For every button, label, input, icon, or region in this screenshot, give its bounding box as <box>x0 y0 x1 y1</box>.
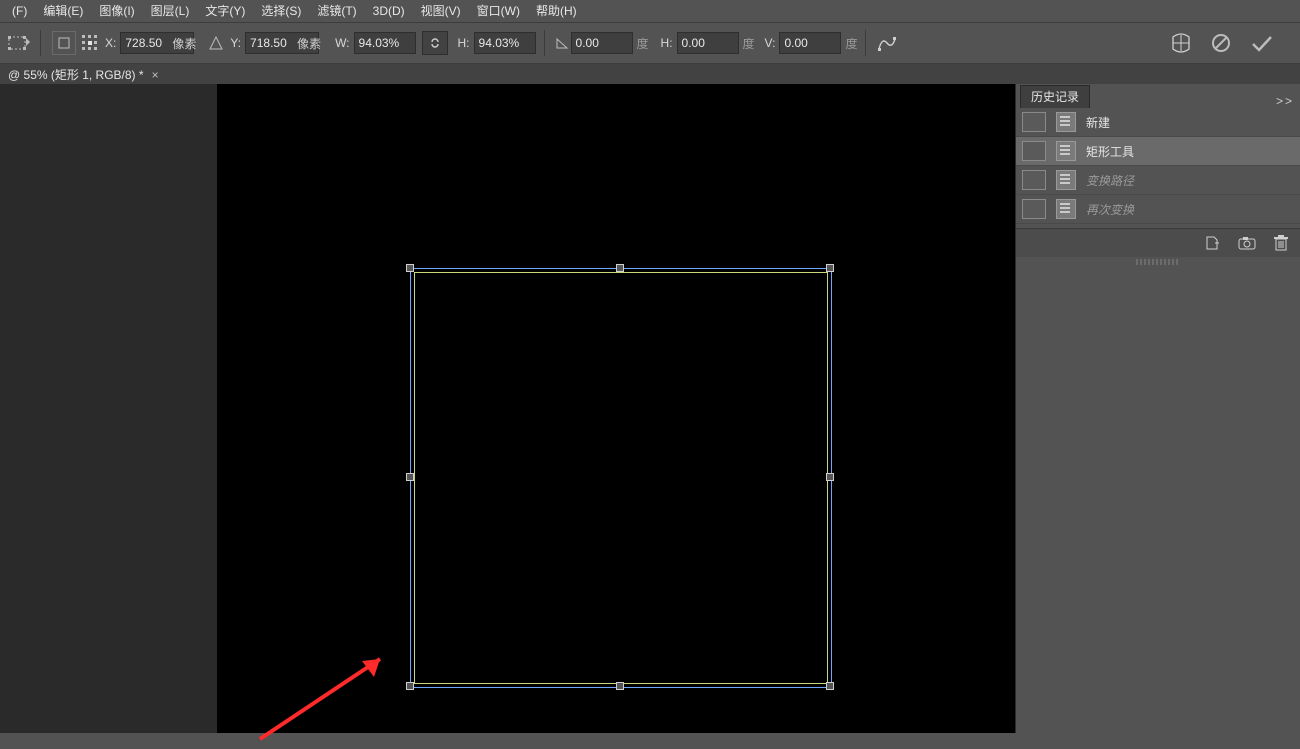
document-tab-title: @ 55% (矩形 1, RGB/8) * <box>8 64 144 86</box>
reference-point-grid[interactable] <box>79 32 101 54</box>
document-tab-bar: @ 55% (矩形 1, RGB/8) * × <box>0 64 1300 86</box>
history-panel-tab[interactable]: 历史记录 <box>1020 85 1090 108</box>
transform-handle-e[interactable] <box>826 473 834 481</box>
transform-handle-ne[interactable] <box>826 264 834 272</box>
menu-select[interactable]: 选择(S) <box>253 0 309 22</box>
history-thumb-icon <box>1022 199 1046 219</box>
history-item[interactable]: 变换路径 <box>1016 166 1300 195</box>
cancel-transform-icon[interactable] <box>1210 32 1232 54</box>
close-icon[interactable]: × <box>152 64 159 86</box>
menu-filter[interactable]: 滤镜(T) <box>309 0 364 22</box>
separator <box>544 30 545 56</box>
document-icon <box>1056 170 1076 190</box>
transform-handle-n[interactable] <box>616 264 624 272</box>
history-panel-footer <box>1016 228 1300 257</box>
transform-handle-se[interactable] <box>826 682 834 690</box>
history-thumb-icon <box>1022 112 1046 132</box>
angle-unit: 度 <box>637 35 649 52</box>
history-item[interactable]: 再次变换 <box>1016 195 1300 224</box>
angle-input[interactable] <box>571 32 633 54</box>
reference-point-toggle[interactable] <box>52 31 76 55</box>
snapshot-icon[interactable] <box>1238 236 1256 250</box>
history-item-label: 再次变换 <box>1086 201 1134 218</box>
skew-v-unit: 度 <box>845 35 857 52</box>
history-item-label: 矩形工具 <box>1086 143 1134 160</box>
interpolation-icon[interactable] <box>874 34 900 52</box>
reference-point-icon[interactable] <box>6 32 32 54</box>
h-label: H: <box>458 36 470 50</box>
menu-window[interactable]: 窗口(W) <box>469 0 528 22</box>
w-input[interactable] <box>354 32 416 54</box>
menu-3d[interactable]: 3D(D) <box>365 0 413 22</box>
transform-handle-s[interactable] <box>616 682 624 690</box>
trash-icon[interactable] <box>1274 235 1288 251</box>
panel-resize-gripper[interactable] <box>1136 259 1180 265</box>
transform-handle-nw[interactable] <box>406 264 414 272</box>
h-input[interactable] <box>474 32 536 54</box>
history-thumb-icon <box>1022 141 1046 161</box>
history-item-label: 新建 <box>1086 114 1110 131</box>
x-input[interactable] <box>120 32 194 54</box>
commit-transform-icon[interactable] <box>1250 33 1274 53</box>
history-item-label: 变换路径 <box>1086 172 1134 189</box>
link-icon[interactable] <box>422 31 448 55</box>
new-doc-icon[interactable] <box>1204 235 1220 251</box>
workspace: 历史记录 >> 新建 矩形工具 变换路径 再次变换 <box>0 84 1300 733</box>
y-input[interactable] <box>245 32 319 54</box>
skew-h-unit: 度 <box>743 35 755 52</box>
menu-edit[interactable]: 编辑(E) <box>35 0 91 22</box>
separator <box>865 30 866 56</box>
separator <box>40 30 41 56</box>
skew-h-label: H: <box>661 36 673 50</box>
document-icon <box>1056 141 1076 161</box>
angle-icon <box>553 36 571 50</box>
menu-file[interactable]: (F) <box>4 0 35 22</box>
menu-bar: (F) 编辑(E) 图像(I) 图层(L) 文字(Y) 选择(S) 滤镜(T) … <box>0 0 1300 22</box>
document-icon <box>1056 199 1076 219</box>
panel-tab-row: 历史记录 >> <box>1016 84 1300 108</box>
history-thumb-icon <box>1022 170 1046 190</box>
skew-h-input[interactable] <box>677 32 739 54</box>
x-label: X: <box>105 36 116 50</box>
history-panel-body: 新建 矩形工具 变换路径 再次变换 <box>1016 108 1300 224</box>
menu-help[interactable]: 帮助(H) <box>528 0 585 22</box>
skew-v-input[interactable] <box>779 32 841 54</box>
menu-view[interactable]: 视图(V) <box>413 0 469 22</box>
menu-layer[interactable]: 图层(L) <box>143 0 198 22</box>
skew-v-label: V: <box>765 36 776 50</box>
panels-column: 历史记录 >> 新建 矩形工具 变换路径 再次变换 <box>1015 84 1300 733</box>
history-item[interactable]: 矩形工具 <box>1016 137 1300 166</box>
transform-options-bar: X: 像素 Y: 像素 W: H: 度 H: 度 V: 度 <box>0 22 1300 64</box>
swap-xy-icon[interactable] <box>206 36 226 50</box>
canvas-area[interactable] <box>0 84 1015 733</box>
shape-path-outline[interactable] <box>414 272 828 684</box>
history-item[interactable]: 新建 <box>1016 108 1300 137</box>
panel-menu-icon[interactable]: >> <box>1276 94 1294 108</box>
w-label: W: <box>335 36 349 50</box>
warp-mode-icon[interactable] <box>1170 33 1192 53</box>
document-tab[interactable]: @ 55% (矩形 1, RGB/8) * × <box>0 64 167 86</box>
menu-image[interactable]: 图像(I) <box>91 0 142 22</box>
transform-handle-w[interactable] <box>406 473 414 481</box>
y-label: Y: <box>230 36 241 50</box>
menu-type[interactable]: 文字(Y) <box>197 0 253 22</box>
document-icon <box>1056 112 1076 132</box>
transform-handle-sw[interactable] <box>406 682 414 690</box>
